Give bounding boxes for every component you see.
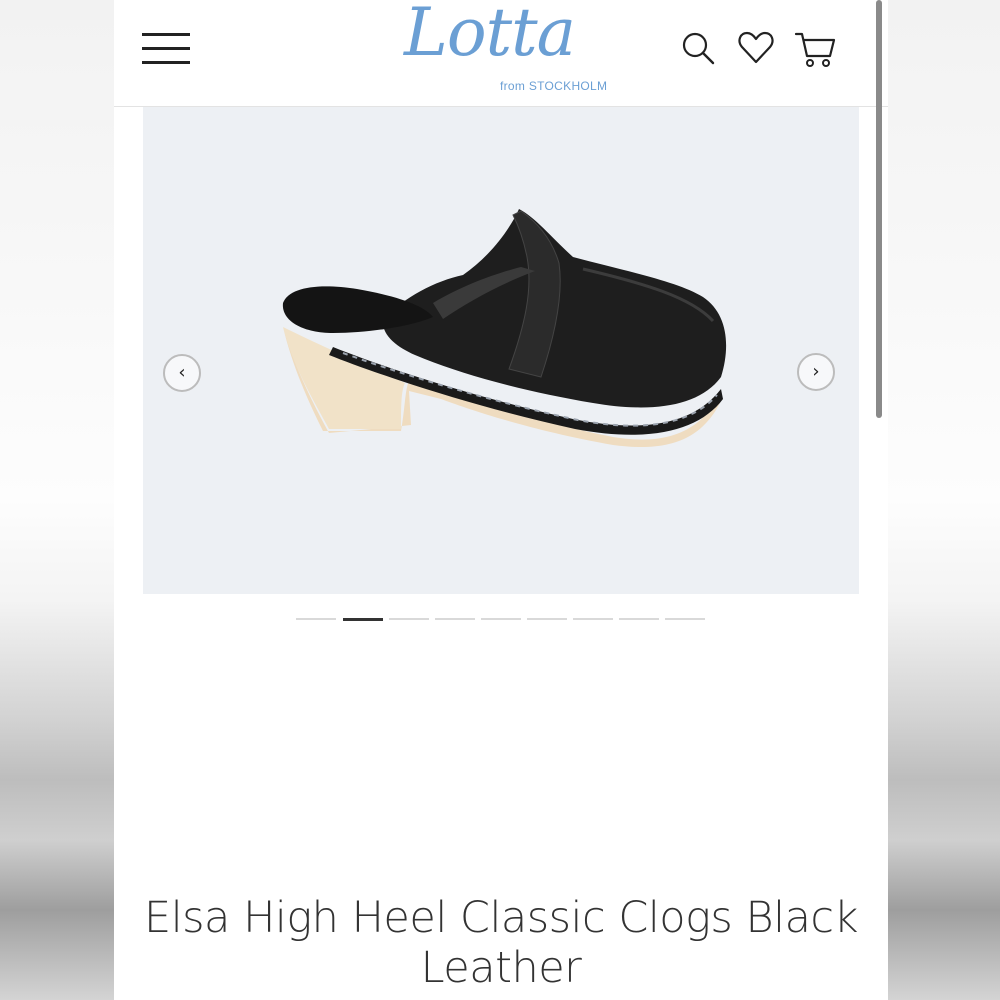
lotta-logo[interactable]: Lotta from STOCKHOLM (394, 0, 614, 100)
hamburger-menu-icon[interactable] (142, 30, 190, 66)
gallery-dot[interactable] (665, 618, 705, 620)
gallery-dot[interactable] (619, 618, 659, 620)
gallery-dot[interactable] (573, 618, 613, 620)
logo-subtitle: from STOCKHOLM (500, 79, 608, 93)
product-image[interactable] (143, 107, 859, 594)
gallery-dot-active[interactable] (343, 618, 383, 621)
product-page: Lotta from STOCKHOLM ‹ › Elsa High Heel … (114, 0, 888, 1000)
gallery-dot[interactable] (296, 618, 336, 620)
logo-script-text: Lotta (404, 0, 576, 71)
gallery-dot[interactable] (435, 618, 475, 620)
menu-bar (142, 61, 190, 64)
gallery-pagination (296, 618, 716, 622)
heart-icon[interactable] (736, 28, 776, 68)
gallery-dot[interactable] (389, 618, 429, 620)
site-header: Lotta from STOCKHOLM (114, 0, 888, 107)
page-scrollbar[interactable] (876, 0, 882, 418)
product-image-gallery: ‹ › (143, 107, 859, 594)
gallery-dot[interactable] (527, 618, 567, 620)
menu-bar (142, 47, 190, 50)
gallery-prev-button[interactable]: ‹ (163, 354, 201, 392)
menu-bar (142, 33, 190, 36)
gallery-next-button[interactable]: › (797, 353, 835, 391)
cart-icon[interactable] (794, 28, 838, 68)
gallery-dot[interactable] (481, 618, 521, 620)
search-icon[interactable] (678, 28, 718, 68)
product-title: Elsa High Heel Classic Clogs Black Leath… (144, 893, 858, 993)
